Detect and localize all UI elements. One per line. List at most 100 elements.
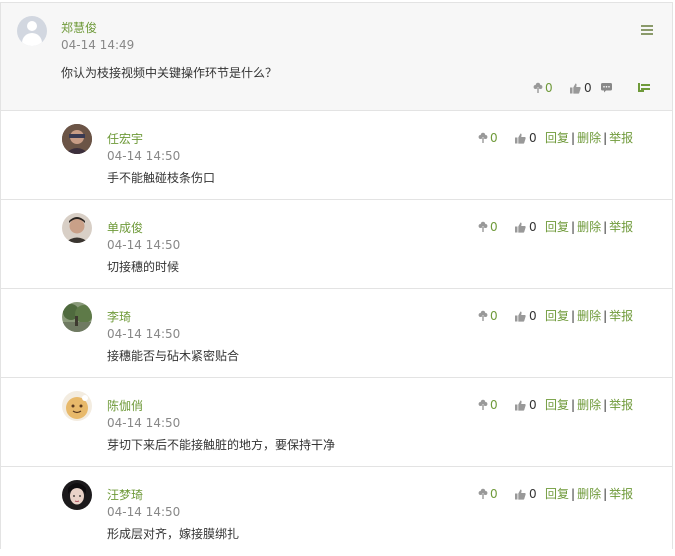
reply-actions: 回复 | 删除 | 举报 (545, 218, 633, 235)
reply-link[interactable]: 回复 (545, 398, 569, 412)
separator: | (571, 309, 576, 323)
delete-link[interactable]: 删除 (577, 487, 601, 501)
flower-count: 0 (490, 398, 498, 412)
reply-link[interactable]: 回复 (545, 131, 569, 145)
timestamp: 04-14 14:50 (107, 505, 181, 519)
main-comment: 郑慧俊 04-14 14:49 你认为枝接视频中关键操作环节是什么？ 0 0 (1, 3, 672, 111)
flower-button[interactable]: 0 (533, 81, 553, 95)
username[interactable]: 陈伽俏 (107, 397, 143, 414)
flower-icon (478, 310, 488, 321)
username[interactable]: 汪梦琦 (107, 486, 143, 503)
like-count: 0 (529, 487, 537, 501)
like-count: 0 (529, 398, 537, 412)
flower-icon (478, 221, 488, 232)
report-link[interactable]: 举报 (609, 398, 633, 412)
like-button[interactable]: 0 (515, 487, 537, 501)
like-button[interactable]: 0 (515, 309, 537, 323)
username[interactable]: 李琦 (107, 308, 131, 325)
report-link[interactable]: 举报 (609, 220, 633, 234)
reply-item: 陈伽俏 04-14 14:50 芽切下来后不能接触脏的地方，要保持干净 0 0 … (1, 378, 672, 467)
flower-button[interactable]: 0 (478, 398, 498, 412)
like-button[interactable]: 0 (515, 131, 537, 145)
username[interactable]: 郑慧俊 (61, 19, 97, 36)
reply-item: 任宏宇 04-14 14:50 手不能触碰枝条伤口 0 0 回复 | 删除 | 举报 (1, 111, 672, 200)
separator: | (603, 309, 608, 323)
delete-link[interactable]: 删除 (577, 398, 601, 412)
like-count: 0 (529, 220, 537, 234)
separator: | (603, 487, 608, 501)
reply-item: 李琦 04-14 14:50 接穗能否与砧木紧密贴合 0 0 回复 | 删除 | 举报 (1, 289, 672, 378)
like-count: 0 (529, 309, 537, 323)
timestamp: 04-14 14:50 (107, 327, 181, 341)
reply-link[interactable]: 回复 (545, 309, 569, 323)
flower-count: 0 (490, 220, 498, 234)
reply-actions: 回复 | 删除 | 举报 (545, 485, 633, 502)
delete-link[interactable]: 删除 (577, 309, 601, 323)
thumbs-up-icon (570, 83, 581, 94)
comment-button[interactable] (601, 83, 612, 93)
reply-link[interactable]: 回复 (545, 487, 569, 501)
delete-link[interactable]: 删除 (577, 131, 601, 145)
flower-count: 0 (490, 131, 498, 145)
reply-item: 汪梦琦 04-14 14:50 形成层对齐，嫁接膜绑扎 0 0 回复 | 删除 | 举报 (1, 467, 672, 556)
thumbs-up-icon (515, 222, 526, 233)
avatar[interactable] (62, 124, 92, 154)
flower-count: 0 (490, 487, 498, 501)
like-button[interactable]: 0 (515, 220, 537, 234)
report-link[interactable]: 举报 (609, 131, 633, 145)
flower-icon (478, 399, 488, 410)
reply-actions: 回复 | 删除 | 举报 (545, 307, 633, 324)
flower-button[interactable]: 0 (478, 309, 498, 323)
timestamp: 04-14 14:50 (107, 149, 181, 163)
separator: | (603, 398, 608, 412)
separator: | (603, 131, 608, 145)
report-link[interactable]: 举报 (609, 309, 633, 323)
flower-button[interactable]: 0 (478, 131, 498, 145)
flower-count: 0 (490, 309, 498, 323)
comment-panel: 郑慧俊 04-14 14:49 你认为枝接视频中关键操作环节是什么？ 0 0 任… (0, 2, 673, 549)
reply-text: 手不能触碰枝条伤口 (107, 171, 216, 185)
separator: | (571, 131, 576, 145)
thumbs-up-icon (515, 311, 526, 322)
avatar[interactable] (62, 391, 92, 421)
separator: | (603, 220, 608, 234)
avatar[interactable] (62, 480, 92, 510)
reply-actions: 回复 | 删除 | 举报 (545, 129, 633, 146)
thumbs-up-icon (515, 133, 526, 144)
timestamp: 04-14 14:49 (61, 38, 135, 52)
report-link[interactable]: 举报 (609, 487, 633, 501)
like-button[interactable]: 0 (515, 398, 537, 412)
separator: | (571, 220, 576, 234)
flower-count: 0 (545, 81, 553, 95)
avatar[interactable] (62, 302, 92, 332)
reply-item: 单成俊 04-14 14:50 切接穗的时候 0 0 回复 | 删除 | 举报 (1, 200, 672, 289)
timestamp: 04-14 14:50 (107, 238, 181, 252)
like-count: 0 (529, 131, 537, 145)
avatar-default[interactable] (17, 16, 47, 46)
like-button[interactable]: 0 (570, 81, 592, 95)
menu-icon[interactable] (641, 25, 653, 35)
separator: | (571, 487, 576, 501)
reply-icon (638, 83, 650, 92)
reply-text: 切接穗的时候 (107, 260, 180, 274)
reply-link[interactable]: 回复 (545, 220, 569, 234)
flower-icon (478, 132, 488, 143)
reply-list-icon[interactable] (638, 83, 650, 93)
separator: | (571, 398, 576, 412)
username[interactable]: 单成俊 (107, 219, 143, 236)
flower-button[interactable]: 0 (478, 220, 498, 234)
reply-text: 形成层对齐，嫁接膜绑扎 (107, 527, 240, 541)
thumbs-up-icon (515, 489, 526, 500)
flower-icon (478, 488, 488, 499)
username[interactable]: 任宏宇 (107, 130, 143, 147)
like-count: 0 (584, 81, 592, 95)
flower-button[interactable]: 0 (478, 487, 498, 501)
reply-text: 接穗能否与砧木紧密贴合 (107, 349, 240, 363)
reply-actions: 回复 | 删除 | 举报 (545, 396, 633, 413)
reply-text: 芽切下来后不能接触脏的地方，要保持干净 (107, 438, 336, 452)
delete-link[interactable]: 删除 (577, 220, 601, 234)
timestamp: 04-14 14:50 (107, 416, 181, 430)
flower-icon (533, 82, 543, 93)
avatar[interactable] (62, 213, 92, 243)
thumbs-up-icon (515, 400, 526, 411)
